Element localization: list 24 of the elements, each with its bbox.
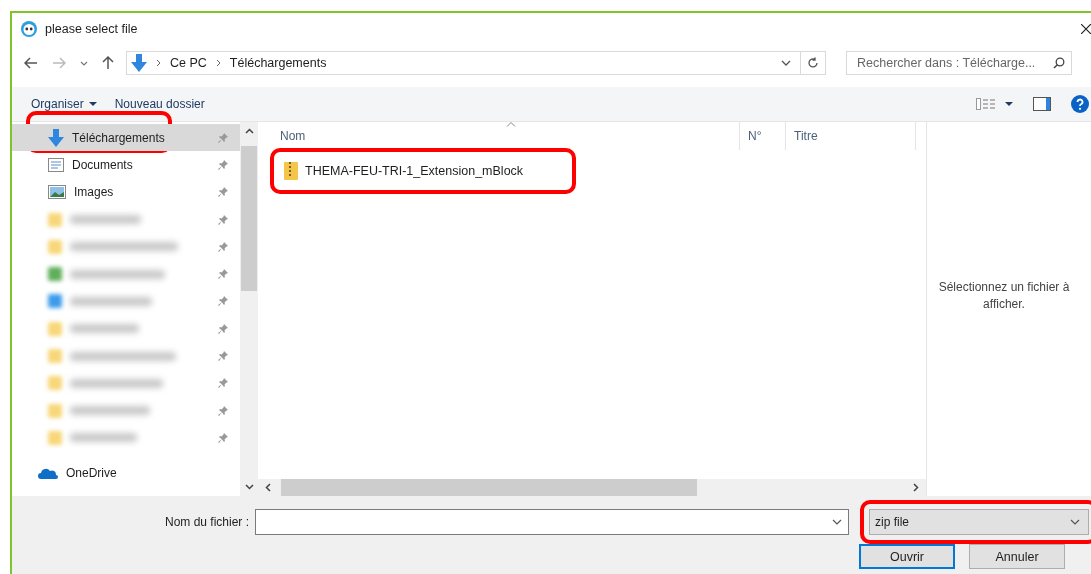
nav-label: OneDrive <box>66 466 117 481</box>
column-header[interactable]: Nom <box>258 122 740 150</box>
nav-label: Téléchargements <box>72 130 165 145</box>
nav-item[interactable]: Images <box>12 178 240 206</box>
new-folder-button[interactable]: Nouveau dossier <box>114 97 205 111</box>
nav-label: Images <box>74 185 114 200</box>
window-title: please select file <box>45 22 138 36</box>
nav-item[interactable]: Documents <box>12 151 240 179</box>
nav-item[interactable]: OneDrive <box>12 459 240 487</box>
file-item[interactable]: THEMA-FEU-TRI-1_Extension_mBlock <box>282 160 526 182</box>
address-bar[interactable]: Ce PC Téléchargements <box>126 51 826 75</box>
column-header[interactable]: Titre <box>786 122 916 150</box>
breadcrumb[interactable]: Ce PC <box>170 56 207 70</box>
file-type-dropdown[interactable]: zip file <box>869 509 1089 535</box>
preview-message: Sélectionnez un fichier à afficher. <box>937 279 1071 313</box>
column-header[interactable]: N° <box>740 122 786 150</box>
filename-label: Nom du fichier : <box>163 515 250 529</box>
cancel-button[interactable]: Annuler <box>969 544 1065 569</box>
search-field[interactable]: Rechercher dans : Télécharge... <box>846 51 1072 75</box>
nav-item[interactable]: Téléchargements <box>12 124 240 152</box>
breadcrumb[interactable]: Téléchargements <box>229 56 327 70</box>
organize-menu[interactable]: Organiser <box>31 97 84 111</box>
open-button[interactable]: Ouvrir <box>859 544 955 569</box>
nav-label: Documents <box>72 157 133 172</box>
